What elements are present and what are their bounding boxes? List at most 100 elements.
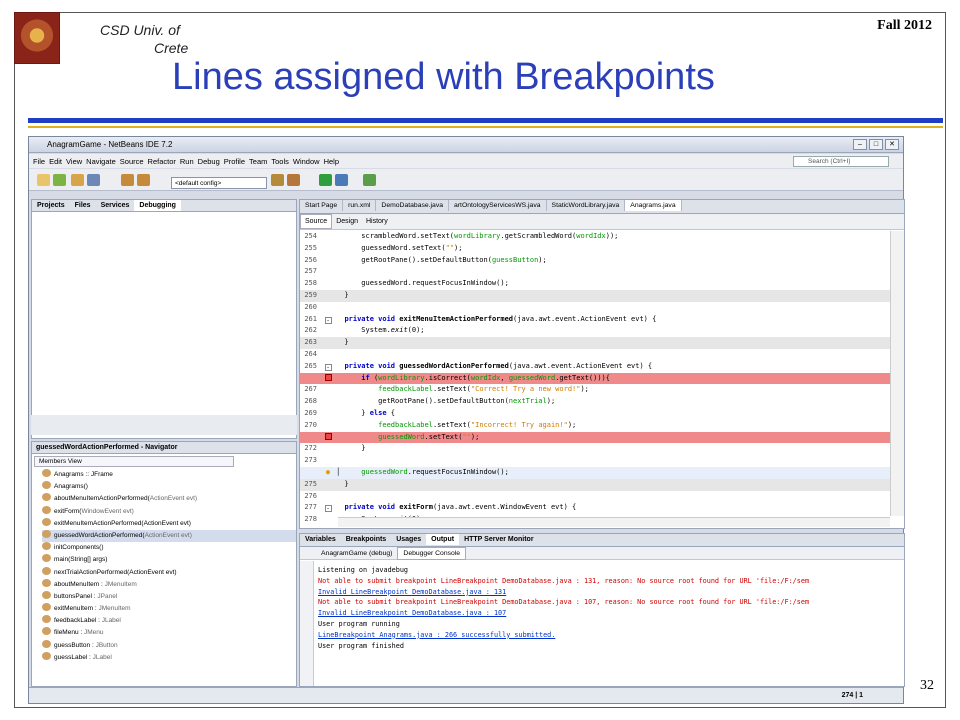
editor-tab[interactable]: StaticWordLibrary.java — [547, 200, 626, 211]
tab-files[interactable]: Files — [70, 200, 96, 211]
output-tab[interactable]: HTTP Server Monitor — [459, 534, 539, 545]
navigator-item[interactable]: Anagrams() — [42, 481, 296, 493]
navigator-item[interactable]: exitMenuItem : JMenuItem — [42, 603, 296, 615]
breakpoint-line-271[interactable]: guessedWord.setText(""); — [300, 431, 890, 444]
menu-run[interactable]: Run — [180, 157, 194, 166]
menu-refactor[interactable]: Refactor — [148, 157, 176, 166]
university-name-line1: CSD Univ. of — [100, 22, 180, 38]
editor-mode-design[interactable]: Design — [332, 215, 362, 228]
run-icon[interactable] — [319, 174, 332, 186]
method-icon — [42, 639, 51, 648]
output-panel: Variables Breakpoints Usages Output HTTP Ser… — [299, 533, 905, 687]
navigator-tree: Anagrams :: JFrameAnagrams()aboutMenuIte… — [32, 469, 296, 664]
redo-icon[interactable] — [137, 174, 150, 186]
editor-tab[interactable]: artOntologyServicesWS.java — [449, 200, 547, 211]
output-subtab[interactable]: Debugger Console — [397, 547, 467, 560]
editor-mode-history[interactable]: History — [362, 215, 392, 228]
console-link[interactable]: Invalid LineBreakpoint DemoDatabase.java… — [318, 587, 888, 598]
menu-view[interactable]: View — [66, 157, 82, 166]
method-icon — [42, 554, 51, 563]
navigator-panel: guessedWordActionPerformed - Navigator M… — [31, 441, 297, 687]
navigator-item[interactable]: nextTrialActionPerformed(ActionEvent evt… — [42, 566, 296, 579]
navigator-item-name: guessButton : — [54, 641, 96, 649]
output-tab[interactable]: Output — [426, 534, 460, 545]
breakpoint-icon[interactable] — [324, 432, 332, 440]
breakpoint-icon[interactable] — [324, 373, 332, 381]
members-view-select[interactable]: Members View — [34, 456, 234, 467]
menu-debug[interactable]: Debug — [198, 157, 220, 166]
navigator-item-name: exitMenuItemActionPerformed(ActionEvent … — [54, 519, 191, 527]
editor-toolbar: Source Design History — [300, 214, 904, 230]
navigator-item[interactable]: Anagrams :: JFrame — [42, 469, 296, 481]
search-input[interactable]: Search (Ctrl+I) — [793, 156, 889, 167]
navigator-item[interactable]: exitForm(WindowEvent evt) — [42, 505, 296, 518]
ide-window: AnagramGame - NetBeans IDE 7.2 – □ ✕ Fil… — [28, 136, 905, 704]
minimize-button[interactable]: – — [853, 139, 867, 150]
navigator-item[interactable]: exitMenuItemActionPerformed(ActionEvent … — [42, 517, 296, 530]
menu-file[interactable]: File — [33, 157, 45, 166]
navigator-item[interactable]: main(String[] args) — [42, 554, 296, 566]
editor-tabs: Start Page run.xml DemoDatabase.java artOnt… — [300, 200, 904, 214]
tab-debugging[interactable]: Debugging — [134, 200, 181, 211]
navigator-item[interactable]: initComponents() — [42, 542, 296, 554]
output-tab[interactable]: Variables — [300, 534, 341, 545]
undo-icon[interactable] — [121, 174, 134, 186]
new-file-icon[interactable] — [37, 174, 50, 186]
menu-tools[interactable]: Tools — [271, 157, 289, 166]
navigator-item[interactable]: guessedWordActionPerformed(ActionEvent e… — [42, 529, 296, 543]
navigator-item-name: exitForm( — [54, 507, 82, 515]
menu-window[interactable]: Window — [293, 157, 320, 166]
breakpoint-line-266[interactable]: if (wordLibrary.isCorrect(wordIdx, guess… — [300, 372, 890, 385]
build-icon[interactable] — [271, 174, 284, 186]
debug-icon[interactable] — [335, 174, 348, 186]
config-select[interactable]: <default config> — [171, 177, 267, 189]
navigator-item[interactable]: feedbackLabel : JLabel — [42, 615, 296, 627]
clean-build-icon[interactable] — [287, 174, 300, 186]
navigator-item-name: Anagrams :: JFrame — [54, 471, 113, 478]
console-link[interactable]: LineBreakpoint Anagrams.java : 266 succe… — [318, 630, 888, 641]
editor-tab[interactable]: Start Page — [300, 200, 344, 211]
new-project-icon[interactable] — [53, 174, 66, 186]
console-link[interactable]: Invalid LineBreakpoint DemoDatabase.java… — [318, 608, 888, 619]
editor-tab[interactable]: DemoDatabase.java — [376, 200, 450, 211]
navigator-item-name: buttonsPanel : — [54, 592, 98, 600]
navigator-item[interactable]: guessButton : JButton — [42, 639, 296, 652]
code-area[interactable]: 254 scrambledWord.setText(wordLibrary.ge… — [300, 231, 890, 523]
output-tab[interactable]: Usages — [391, 534, 426, 545]
status-bar: 274 | 1 — [29, 687, 903, 703]
navigator-item[interactable]: buttonsPanel : JPanel — [42, 590, 296, 603]
maximize-button[interactable]: □ — [869, 139, 883, 150]
navigator-item[interactable]: guessLabel : JLabel — [42, 651, 296, 664]
menu-navigate[interactable]: Navigate — [86, 157, 116, 166]
ide-titlebar: AnagramGame - NetBeans IDE 7.2 – □ ✕ — [29, 137, 903, 153]
editor-tab[interactable]: Anagrams.java — [625, 200, 682, 211]
close-button[interactable]: ✕ — [885, 139, 899, 150]
save-all-icon[interactable] — [87, 174, 100, 186]
editor-tab[interactable]: run.xml — [343, 200, 377, 211]
navigator-item[interactable]: fileMenu : JMenu — [42, 627, 296, 639]
method-icon — [42, 469, 51, 477]
output-tab[interactable]: Breakpoints — [341, 534, 391, 545]
tab-services[interactable]: Services — [96, 200, 135, 211]
menu-edit[interactable]: Edit — [49, 157, 62, 166]
tab-projects[interactable]: Projects — [32, 200, 70, 211]
method-icon — [42, 481, 51, 490]
editor-vertical-scrollbar[interactable] — [890, 231, 904, 516]
console-line: User program running — [318, 619, 400, 628]
method-icon — [42, 505, 51, 514]
editor-horizontal-scrollbar[interactable] — [338, 517, 890, 527]
menu-source[interactable]: Source — [120, 157, 144, 166]
navigator-item[interactable]: aboutMenuItem : JMenuItem — [42, 578, 296, 591]
menu-profile[interactable]: Profile — [224, 157, 245, 166]
profile-icon[interactable] — [363, 174, 376, 186]
menu-team[interactable]: Team — [249, 157, 267, 166]
menu-help[interactable]: Help — [324, 157, 339, 166]
open-project-icon[interactable] — [71, 174, 84, 186]
navigator-item-name: Anagrams() — [54, 483, 88, 491]
window-title: AnagramGame - NetBeans IDE 7.2 — [47, 140, 173, 149]
method-icon — [42, 603, 51, 612]
term-label: Fall 2012 — [877, 18, 932, 33]
editor-mode-source[interactable]: Source — [300, 214, 333, 229]
output-subtab[interactable]: AnagramGame (debug) — [316, 548, 397, 559]
navigator-item[interactable]: aboutMenuItemActionPerformed(ActionEvent… — [42, 493, 296, 505]
